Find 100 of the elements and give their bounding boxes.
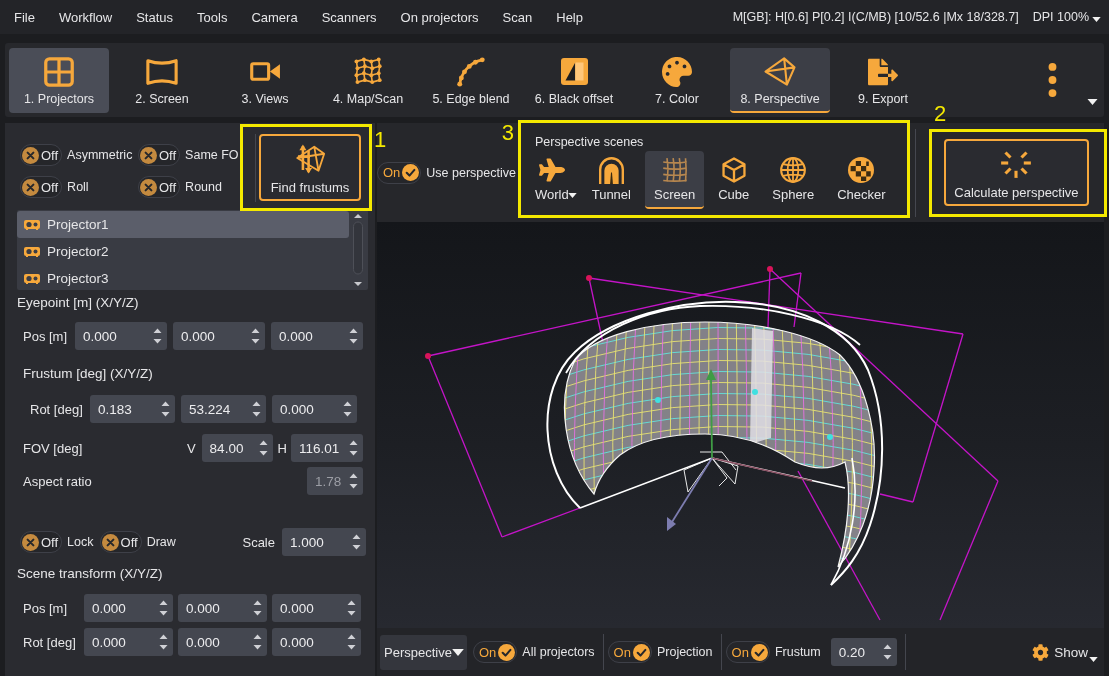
spin-box[interactable]: 0.000 bbox=[272, 395, 357, 423]
toggle-switch[interactable]: On bbox=[725, 641, 770, 663]
scene-button[interactable]: Sphere bbox=[763, 151, 824, 209]
spin-box[interactable]: 116.01 bbox=[291, 434, 363, 462]
globe-icon bbox=[780, 157, 807, 183]
toolbar-tab[interactable]: 6. Black offset bbox=[524, 47, 624, 113]
dpi-dropdown[interactable]: DPI 100% bbox=[1032, 0, 1109, 34]
scene-button[interactable]: Screen bbox=[644, 151, 705, 209]
spin-box[interactable]: 0.000 bbox=[84, 594, 173, 622]
spin-box[interactable]: 0.000 bbox=[178, 594, 267, 622]
toggle-switch[interactable]: On bbox=[607, 641, 652, 663]
toolbar-tab[interactable]: 5. Edge blend bbox=[421, 47, 521, 113]
toolbar-tab[interactable]: 1. Projectors bbox=[9, 47, 109, 113]
x-circle-icon bbox=[22, 533, 39, 551]
menu-item[interactable]: Scanners bbox=[309, 0, 389, 34]
more-options-icon[interactable] bbox=[1048, 63, 1057, 97]
toggle-switch[interactable]: Off bbox=[138, 176, 181, 198]
grid-icon bbox=[44, 56, 74, 87]
section-title: Scene transform (X/Y/Z) bbox=[16, 565, 163, 583]
tunnel-icon bbox=[598, 156, 624, 184]
x-circle-icon bbox=[22, 146, 39, 164]
field-label: Rot [deg] bbox=[30, 401, 84, 417]
spin-arrows-icon bbox=[352, 533, 361, 551]
toolbar-tab[interactable]: 8. Perspective bbox=[730, 47, 830, 113]
spin-arrows-icon bbox=[153, 327, 162, 345]
spin-arrows-icon bbox=[161, 400, 170, 418]
menu-item[interactable]: File bbox=[2, 0, 47, 34]
toggle-switch[interactable]: Off bbox=[20, 531, 63, 553]
airplane-icon bbox=[538, 157, 565, 183]
projector-list-item[interactable]: Projector2 bbox=[17, 238, 349, 265]
curved-screen-icon bbox=[146, 58, 178, 85]
view-mode-dropdown[interactable]: Perspective bbox=[380, 634, 467, 670]
spin-box[interactable]: 0.000 bbox=[84, 628, 173, 656]
mesh-grid-icon bbox=[353, 57, 383, 86]
x-circle-icon bbox=[140, 178, 157, 196]
projector-list-item[interactable]: Projector1 bbox=[17, 211, 349, 238]
field-label: Pos [m] bbox=[23, 600, 69, 616]
toggle-label: Same FO bbox=[185, 148, 239, 162]
toggle-switch[interactable]: On bbox=[473, 641, 518, 663]
spin-box[interactable]: 0.000 bbox=[272, 594, 361, 622]
menu-item[interactable]: Tools bbox=[185, 0, 240, 34]
spin-box[interactable]: 0.183 bbox=[90, 395, 175, 423]
toggle-label: Use perspective bbox=[426, 165, 516, 180]
spin-arrows-icon bbox=[252, 400, 261, 418]
projector-icon bbox=[24, 219, 40, 230]
calculate-perspective-button[interactable]: Calculate perspective bbox=[943, 139, 1089, 206]
toggle-switch[interactable]: Off bbox=[99, 531, 142, 553]
spin-arrows-icon bbox=[159, 599, 168, 617]
cube-icon bbox=[721, 157, 746, 183]
spin-box[interactable]: 0.000 bbox=[271, 322, 363, 350]
menu-item[interactable]: Scan bbox=[490, 0, 545, 34]
spin-box[interactable]: 84.00 bbox=[201, 434, 273, 462]
pyramid-icon bbox=[764, 57, 796, 86]
spin-box[interactable]: 0.20 bbox=[830, 638, 897, 666]
callout-number: 3 bbox=[501, 122, 514, 144]
spin-box[interactable]: 0.000 bbox=[173, 322, 265, 350]
toggle-label: All projectors bbox=[522, 645, 595, 659]
checker-ball-icon bbox=[848, 157, 875, 183]
toggle-label: Frustum bbox=[774, 645, 821, 659]
x-circle-icon bbox=[101, 533, 119, 551]
check-circle-icon bbox=[632, 643, 650, 661]
palette-icon bbox=[662, 56, 692, 87]
menu-item[interactable]: On projectors bbox=[388, 0, 491, 34]
toolbar-tab[interactable]: 7. Color bbox=[627, 47, 727, 113]
menu-item[interactable]: Workflow bbox=[46, 0, 125, 34]
spin-box[interactable]: 0.000 bbox=[75, 322, 167, 350]
toolbar-tab[interactable]: 4. Map/Scan bbox=[318, 47, 418, 113]
scene-button[interactable]: World bbox=[525, 151, 578, 209]
spin-arrows-icon bbox=[349, 439, 358, 457]
toolbar-tab[interactable]: 2. Screen bbox=[112, 47, 212, 113]
half-square-icon bbox=[560, 58, 588, 85]
find-frustums-button[interactable]: Find frustums bbox=[259, 134, 361, 201]
spin-arrows-icon bbox=[882, 643, 892, 661]
menu-item[interactable]: Camera bbox=[239, 0, 310, 34]
spin-box[interactable]: 0.000 bbox=[178, 628, 267, 656]
toggle-switch[interactable]: Off bbox=[20, 144, 63, 166]
caret-down-icon[interactable] bbox=[1087, 99, 1098, 105]
projector-list-item[interactable]: Projector3 bbox=[17, 265, 349, 290]
toolbar-tab[interactable]: 9. Export bbox=[833, 47, 933, 113]
show-menu-button[interactable]: Show bbox=[1032, 637, 1098, 667]
caret-down-icon bbox=[1089, 657, 1098, 662]
group-title: Perspective scenes bbox=[534, 134, 644, 151]
spin-box[interactable]: 0.000 bbox=[272, 628, 361, 656]
menu-item[interactable]: Status bbox=[124, 0, 186, 34]
x-circle-icon bbox=[140, 146, 157, 164]
scene-button[interactable]: Tunnel bbox=[582, 151, 640, 209]
menu-item[interactable]: Help bbox=[544, 0, 595, 34]
toolbar-tab[interactable]: 3. Views bbox=[215, 47, 315, 113]
scene-button[interactable]: Checker bbox=[828, 151, 895, 209]
check-circle-icon bbox=[498, 643, 516, 661]
toggle-switch[interactable]: Off bbox=[20, 176, 63, 198]
toggle-label: Projection bbox=[656, 645, 713, 659]
file-export-icon bbox=[868, 56, 898, 87]
spin-box[interactable]: 1.000 bbox=[282, 528, 366, 556]
field-label: Rot [deg] bbox=[23, 634, 77, 650]
toggle-switch[interactable]: Off bbox=[138, 144, 181, 166]
scene-button[interactable]: Cube bbox=[709, 151, 759, 209]
3d-viewport[interactable] bbox=[377, 222, 1104, 628]
toggle-switch[interactable]: On bbox=[377, 161, 422, 184]
spin-box[interactable]: 53.224 bbox=[181, 395, 266, 423]
